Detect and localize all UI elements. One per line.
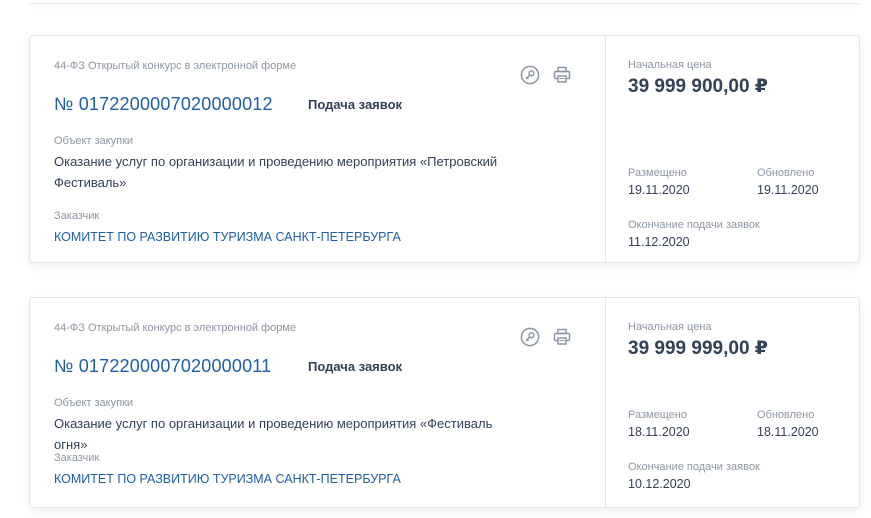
- price-value: 39 999 900,00 ₽: [628, 76, 769, 97]
- subject-label: Объект закупки: [54, 397, 134, 409]
- customer-link[interactable]: КОМИТЕТ ПО РАЗВИТИЮ ТУРИЗМА САНКТ-ПЕТЕРБ…: [54, 472, 401, 486]
- card-side-section: Начальная цена 39 999 900,00 ₽ Размещено…: [606, 36, 859, 262]
- status-badge: Подача заявок: [308, 97, 403, 112]
- key-icon[interactable]: [519, 326, 541, 348]
- posted-date: 18.11.2020: [628, 425, 690, 439]
- printer-icon[interactable]: [551, 64, 573, 86]
- registry-number-link[interactable]: № 0172200007020000012: [54, 94, 273, 115]
- card-side-section: Начальная цена 39 999 999,00 ₽ Размещено…: [606, 298, 859, 507]
- posted-label: Размещено: [628, 167, 687, 179]
- law-type-label: 44-ФЗ Открытый конкурс в электронной фор…: [54, 322, 297, 334]
- key-icon[interactable]: [519, 64, 541, 86]
- updated-date: 18.11.2020: [757, 425, 819, 439]
- printer-icon[interactable]: [551, 326, 573, 348]
- posted-label: Размещено: [628, 409, 687, 421]
- deadline-label: Окончание подачи заявок: [628, 219, 760, 231]
- price-label: Начальная цена: [628, 59, 712, 71]
- card-main-section: 44-ФЗ Открытый конкурс в электронной фор…: [30, 36, 606, 262]
- law-type-label: 44-ФЗ Открытый конкурс в электронной фор…: [54, 60, 297, 72]
- card-main-section: 44-ФЗ Открытый конкурс в электронной фор…: [30, 298, 606, 507]
- customer-label: Заказчик: [54, 452, 100, 464]
- updated-date: 19.11.2020: [757, 183, 819, 197]
- status-badge: Подача заявок: [308, 359, 403, 374]
- deadline-date: 10.12.2020: [628, 477, 691, 491]
- updated-label: Обновлено: [757, 167, 815, 179]
- updated-label: Обновлено: [757, 409, 815, 421]
- price-label: Начальная цена: [628, 321, 712, 333]
- customer-label: Заказчик: [54, 210, 100, 222]
- deadline-date: 11.12.2020: [628, 235, 690, 249]
- card-actions: [519, 326, 573, 348]
- registry-number-link[interactable]: № 0172200007020000011: [54, 356, 271, 377]
- customer-link[interactable]: КОМИТЕТ ПО РАЗВИТИЮ ТУРИЗМА САНКТ-ПЕТЕРБ…: [54, 230, 401, 244]
- subject-text: Оказание услуг по организации и проведен…: [54, 416, 493, 452]
- price-value: 39 999 999,00 ₽: [628, 338, 769, 359]
- posted-date: 19.11.2020: [628, 183, 690, 197]
- deadline-label: Окончание подачи заявок: [628, 461, 760, 473]
- procurement-card: 44-ФЗ Открытый конкурс в электронной фор…: [29, 297, 860, 508]
- subject-text: Оказание услуг по организации и проведен…: [54, 154, 498, 190]
- procurement-card: 44-ФЗ Открытый конкурс в электронной фор…: [29, 35, 860, 263]
- subject-label: Объект закупки: [54, 135, 134, 147]
- card-actions: [519, 64, 573, 86]
- previous-card-edge: [29, 0, 860, 4]
